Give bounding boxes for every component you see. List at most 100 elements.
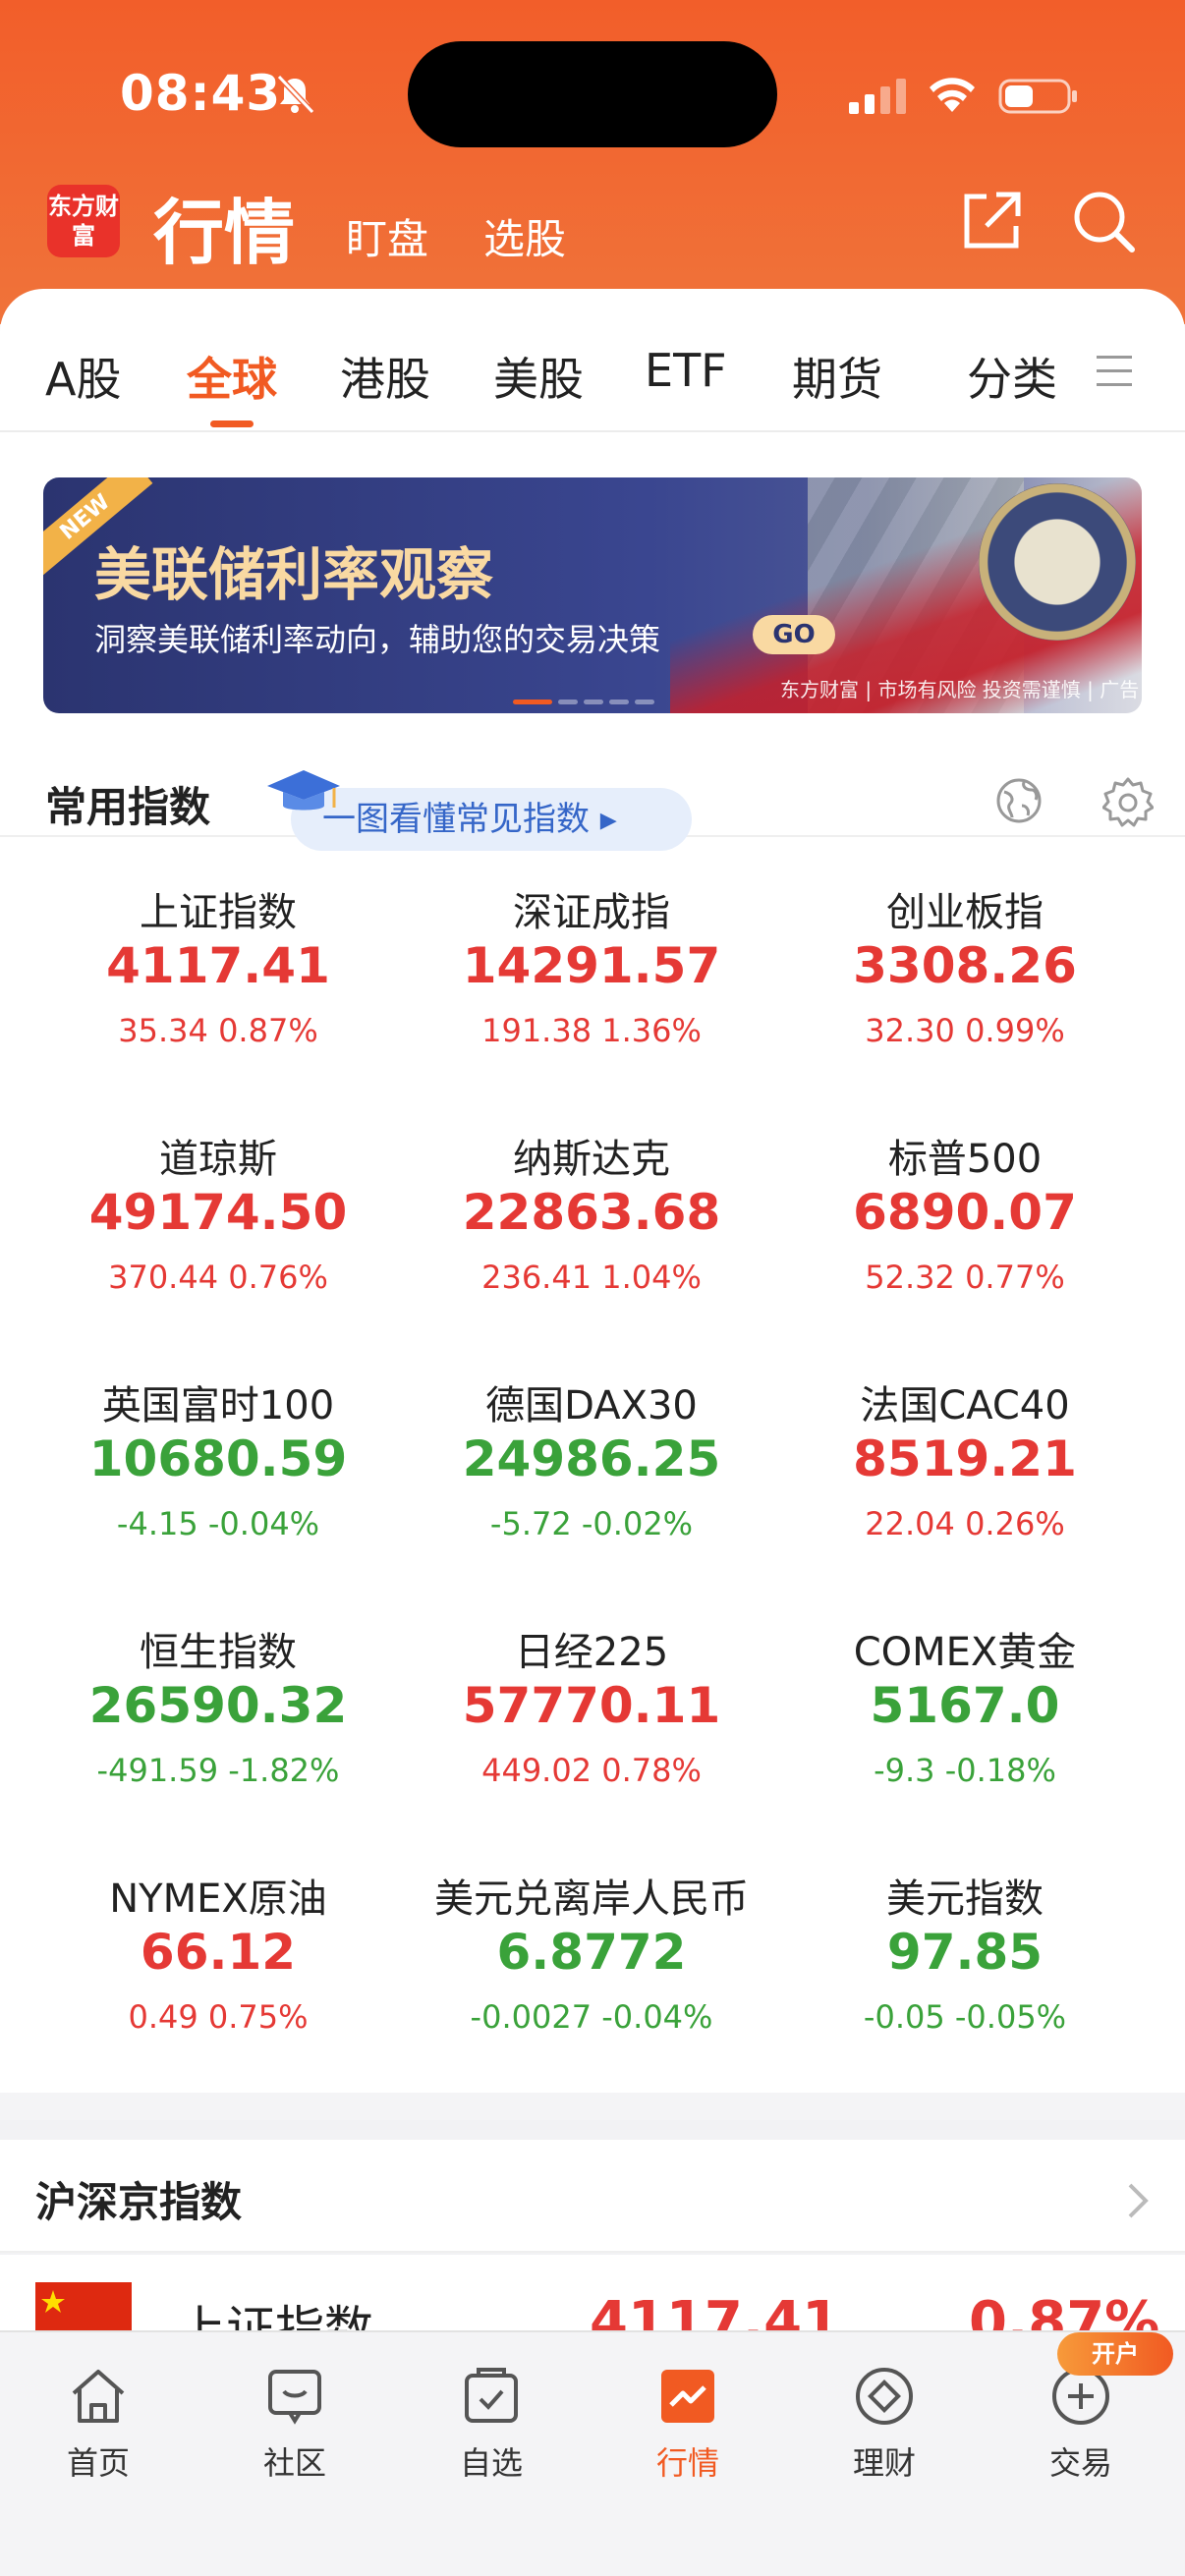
index-card[interactable]: 日经225 57770.11 449.02 0.78% [405, 1577, 778, 1822]
index-card[interactable]: 美元指数 97.85 -0.05 -0.05% [778, 1823, 1152, 2069]
index-card[interactable]: NYMEX原油 66.12 0.49 0.75% [31, 1823, 405, 2069]
row-index-name: 上证指数 [177, 2301, 373, 2333]
open-account-badge[interactable]: 开户 [1057, 2332, 1173, 2376]
subnav-watch[interactable]: 盯盘 [346, 206, 428, 266]
index-price: 10680.59 [88, 1430, 348, 1487]
share-icon[interactable] [957, 187, 1026, 255]
pagination-dot [635, 700, 654, 704]
banner-pagination [513, 690, 660, 708]
bottom-nav: 首页 社区 自选 行情 理财 交易 [0, 2330, 1185, 2576]
index-card[interactable]: 德国DAX30 24986.25 -5.72 -0.02% [405, 1330, 778, 1576]
index-price: 4117.41 [106, 937, 330, 994]
nav-label: 社区 [262, 2444, 326, 2482]
index-change: 0.49 0.75% [128, 1998, 309, 2036]
market-chart-icon [661, 2370, 714, 2423]
app-logo[interactable]: 东方财富 [47, 185, 120, 257]
index-name: NYMEX原油 [109, 1876, 327, 1922]
index-card[interactable]: 恒生指数 26590.32 -491.59 -1.82% [31, 1577, 405, 1822]
active-tab-indicator [210, 420, 254, 427]
subnav-stock-picker[interactable]: 选股 [483, 206, 566, 266]
index-change: 236.41 1.04% [481, 1259, 702, 1296]
tab-a-shares[interactable]: A股 [45, 344, 121, 409]
pagination-dot [609, 700, 629, 704]
index-price: 24986.25 [462, 1430, 721, 1487]
index-name: 上证指数 [140, 890, 297, 935]
index-card[interactable]: 英国富时100 10680.59 -4.15 -0.04% [31, 1330, 405, 1576]
tab-category[interactable]: 分类 [967, 344, 1057, 409]
index-row[interactable]: 上证指数 4117.41 0.87% [0, 2255, 1185, 2333]
index-card[interactable]: 上证指数 4117.41 35.34 0.87% [31, 837, 405, 1083]
index-name: 标普500 [887, 1137, 1043, 1182]
graduation-cap-icon [267, 770, 340, 811]
index-price: 8519.21 [853, 1430, 1077, 1487]
nav-label: 自选 [459, 2444, 523, 2482]
index-change: 52.32 0.77% [865, 1259, 1065, 1296]
index-name: 恒生指数 [140, 1630, 297, 1675]
index-price: 57770.11 [462, 1677, 721, 1734]
index-price: 3308.26 [853, 937, 1077, 994]
index-card[interactable]: 标普500 6890.07 52.32 0.77% [778, 1084, 1152, 1329]
gear-icon[interactable] [1102, 776, 1154, 827]
index-change: -0.0027 -0.04% [470, 1998, 713, 2036]
tab-hk[interactable]: 港股 [340, 344, 430, 409]
nav-wealth[interactable]: 理财 [786, 2352, 983, 2499]
china-flag-icon [35, 2282, 132, 2333]
index-price: 26590.32 [88, 1677, 348, 1734]
fed-seal-image [979, 483, 1136, 641]
tab-futures[interactable]: 期货 [792, 344, 882, 409]
index-card[interactable]: 深证成指 14291.57 191.38 1.36% [405, 837, 778, 1083]
wifi-icon [930, 78, 975, 112]
index-card[interactable]: 纳斯达克 22863.68 236.41 1.04% [405, 1084, 778, 1329]
index-card[interactable]: COMEX黄金 5167.0 -9.3 -0.18% [778, 1577, 1152, 1822]
index-card[interactable]: 法国CAC40 8519.21 22.04 0.26% [778, 1330, 1152, 1576]
pagination-dot [584, 700, 603, 704]
nav-label: 行情 [655, 2444, 719, 2482]
pagination-dot-active [513, 700, 552, 704]
section-divider [0, 2093, 1185, 2120]
row-index-pct: 0.87% [969, 2290, 1160, 2333]
index-card[interactable]: 美元兑离岸人民币 6.8772 -0.0027 -0.04% [405, 1823, 778, 2069]
header-bar: 08:43 东方财富 行情 盯盘 选股 [0, 0, 1185, 324]
index-change: 449.02 0.78% [481, 1752, 702, 1789]
index-price: 14291.57 [462, 937, 721, 994]
index-price: 6890.07 [853, 1184, 1077, 1241]
tab-global[interactable]: 全球 [187, 344, 277, 409]
status-time: 08:43 [120, 65, 282, 122]
bell-off-icon [276, 74, 315, 115]
nav-watchlist[interactable]: 自选 [393, 2352, 590, 2499]
index-name: 法国CAC40 [860, 1383, 1070, 1428]
index-name: 日经225 [514, 1630, 669, 1675]
index-name: COMEX黄金 [853, 1630, 1077, 1675]
nav-home[interactable]: 首页 [0, 2352, 197, 2499]
search-icon[interactable] [1069, 187, 1138, 255]
section-title: 常用指数 [45, 783, 211, 831]
index-card[interactable]: 道琼斯 49174.50 370.44 0.76% [31, 1084, 405, 1329]
battery-icon [998, 79, 1077, 114]
index-name: 道琼斯 [159, 1137, 277, 1182]
signal-icon [849, 79, 906, 114]
index-price: 49174.50 [88, 1184, 348, 1241]
index-price: 66.12 [140, 1924, 297, 1981]
nav-market[interactable]: 行情 [590, 2352, 786, 2499]
promo-banner[interactable]: NEW 美联储利率观察 洞察美联储利率动向，辅助您的交易决策 GO 东方财富 |… [43, 477, 1142, 713]
wealth-icon [856, 2368, 913, 2425]
banner-title: 美联储利率观察 [94, 541, 494, 608]
menu-icon[interactable] [1093, 352, 1136, 391]
index-price: 6.8772 [496, 1924, 687, 1981]
tab-etf[interactable]: ETF [645, 344, 727, 397]
sh-sz-bj-indices-header[interactable]: 沪深京指数 [0, 2140, 1185, 2253]
nav-label: 首页 [66, 2444, 130, 2482]
nav-community[interactable]: 社区 [197, 2352, 393, 2499]
index-name: 英国富时100 [101, 1383, 335, 1428]
dynamic-island [408, 41, 777, 147]
index-change: -9.3 -0.18% [874, 1752, 1056, 1789]
tab-us[interactable]: 美股 [493, 344, 584, 409]
common-indices-header: 常用指数 一图看懂常见指数 ▸ [0, 747, 1185, 851]
globe-icon[interactable] [994, 776, 1044, 825]
index-price: 22863.68 [462, 1184, 721, 1241]
index-card[interactable]: 创业板指 3308.26 32.30 0.99% [778, 837, 1152, 1083]
index-price: 97.85 [886, 1924, 1044, 1981]
chevron-right-icon [1128, 2183, 1149, 2218]
row-index-price: 4117.41 [590, 2290, 841, 2333]
banner-go-button[interactable]: GO [753, 615, 835, 654]
